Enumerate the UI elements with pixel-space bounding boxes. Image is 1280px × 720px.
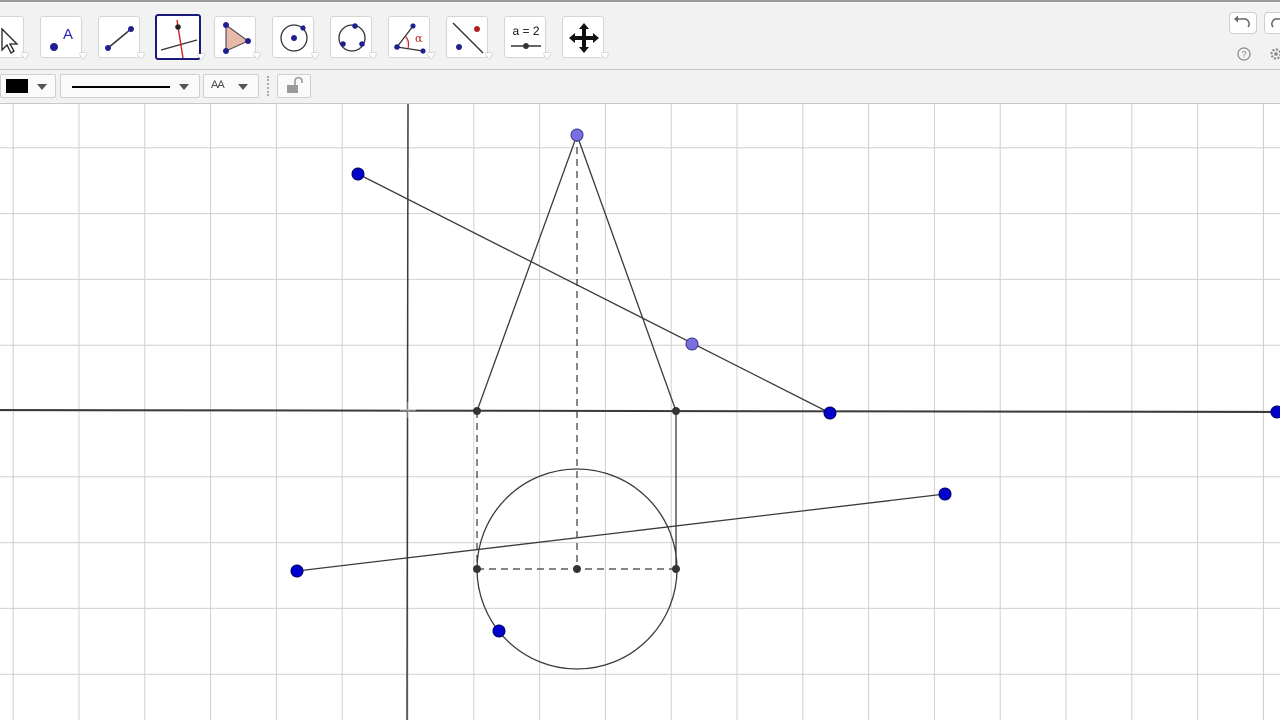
toolbar-separator [267,76,269,96]
tool-menu-arrow-icon [311,53,319,59]
point-icon: A [50,26,73,51]
crosshair-cursor [400,402,416,418]
gear-icon [1270,48,1280,60]
aux-point[interactable] [672,407,680,415]
undo-icon [1234,15,1250,28]
x-axis [0,409,1280,413]
point-tool-button[interactable]: A [40,16,87,59]
move-graphics-icon [569,23,599,53]
aux-point[interactable] [473,565,481,573]
slider-tool-button[interactable]: a = 2 [504,16,551,59]
triangle-left-side[interactable] [476,134,578,412]
polygon-icon [223,22,251,54]
line-style-preview [72,86,170,88]
line-icon [105,26,134,51]
lock-button[interactable] [277,74,311,98]
tool-menu-arrow-icon [197,54,205,60]
tool-menu-arrow-icon [427,53,435,59]
tool-menu-arrow-icon [543,53,551,59]
aux-point[interactable] [573,565,581,573]
line-style-button[interactable] [60,74,200,98]
redo-icon [1271,18,1280,28]
tool-menu-arrow-icon [253,53,261,59]
angle-tool-label: α [415,32,423,45]
chevron-down-icon [37,84,47,90]
circle-three-points-icon [338,23,366,52]
undo-button[interactable] [1229,12,1257,34]
free-point[interactable] [492,624,506,638]
svg-text:?: ? [1241,50,1246,60]
free-point[interactable] [1270,405,1280,419]
style-bar: AA [0,70,1280,104]
circle-three-points-tool-button[interactable] [330,16,377,59]
polygon-tool-button[interactable] [214,16,261,59]
perpendicular-line-icon [160,19,198,59]
color-swatch [6,79,28,93]
angle-icon: α [394,23,426,54]
line-tool-button[interactable] [98,16,145,59]
reflect-icon [452,22,484,54]
tool-menu-arrow-icon [137,53,145,59]
graphics-view[interactable] [0,104,1280,720]
text-size-button[interactable]: AA [203,74,259,98]
help-icon: ? [1237,47,1251,61]
dependent-point[interactable] [570,128,584,142]
free-point[interactable] [351,167,365,181]
triangle-right-side[interactable] [576,134,677,412]
perpendicular-line-tool-button[interactable] [155,14,205,60]
free-point[interactable] [823,406,837,420]
dependent-point[interactable] [685,337,699,351]
chevron-down-icon [238,84,248,90]
free-point[interactable] [938,487,952,501]
help-button[interactable]: ? [1236,46,1252,62]
slider-icon: a = 2 [511,24,541,49]
free-point[interactable] [290,564,304,578]
chevron-down-icon [179,84,189,90]
tool-menu-arrow-icon [21,53,29,59]
tool-menu-arrow-icon [369,53,377,59]
color-button[interactable] [0,74,56,98]
circle-center-point-icon [280,24,308,52]
slider-tool-label: a = 2 [512,24,539,38]
tool-menu-arrow-icon [485,53,493,59]
angle-tool-button[interactable]: α [388,16,435,59]
redo-button[interactable] [1264,12,1280,34]
aux-point[interactable] [672,565,680,573]
point-tool-label: A [63,26,73,43]
toolbar: A α a = 2 ? [0,0,1280,70]
tool-menu-arrow-icon [601,53,609,59]
move-tool-button[interactable] [0,16,29,59]
reflect-tool-button[interactable] [446,16,493,59]
settings-button[interactable] [1268,46,1280,62]
segment-lower[interactable] [296,493,946,572]
unlocked-padlock-icon [287,76,303,93]
tool-menu-arrow-icon [79,53,87,59]
aux-point[interactable] [473,407,481,415]
move-graphics-tool-button[interactable] [562,16,609,59]
circle-center-point-tool-button[interactable] [272,16,319,59]
segment-upper[interactable] [357,173,831,414]
text-size-label: AA [211,79,225,91]
